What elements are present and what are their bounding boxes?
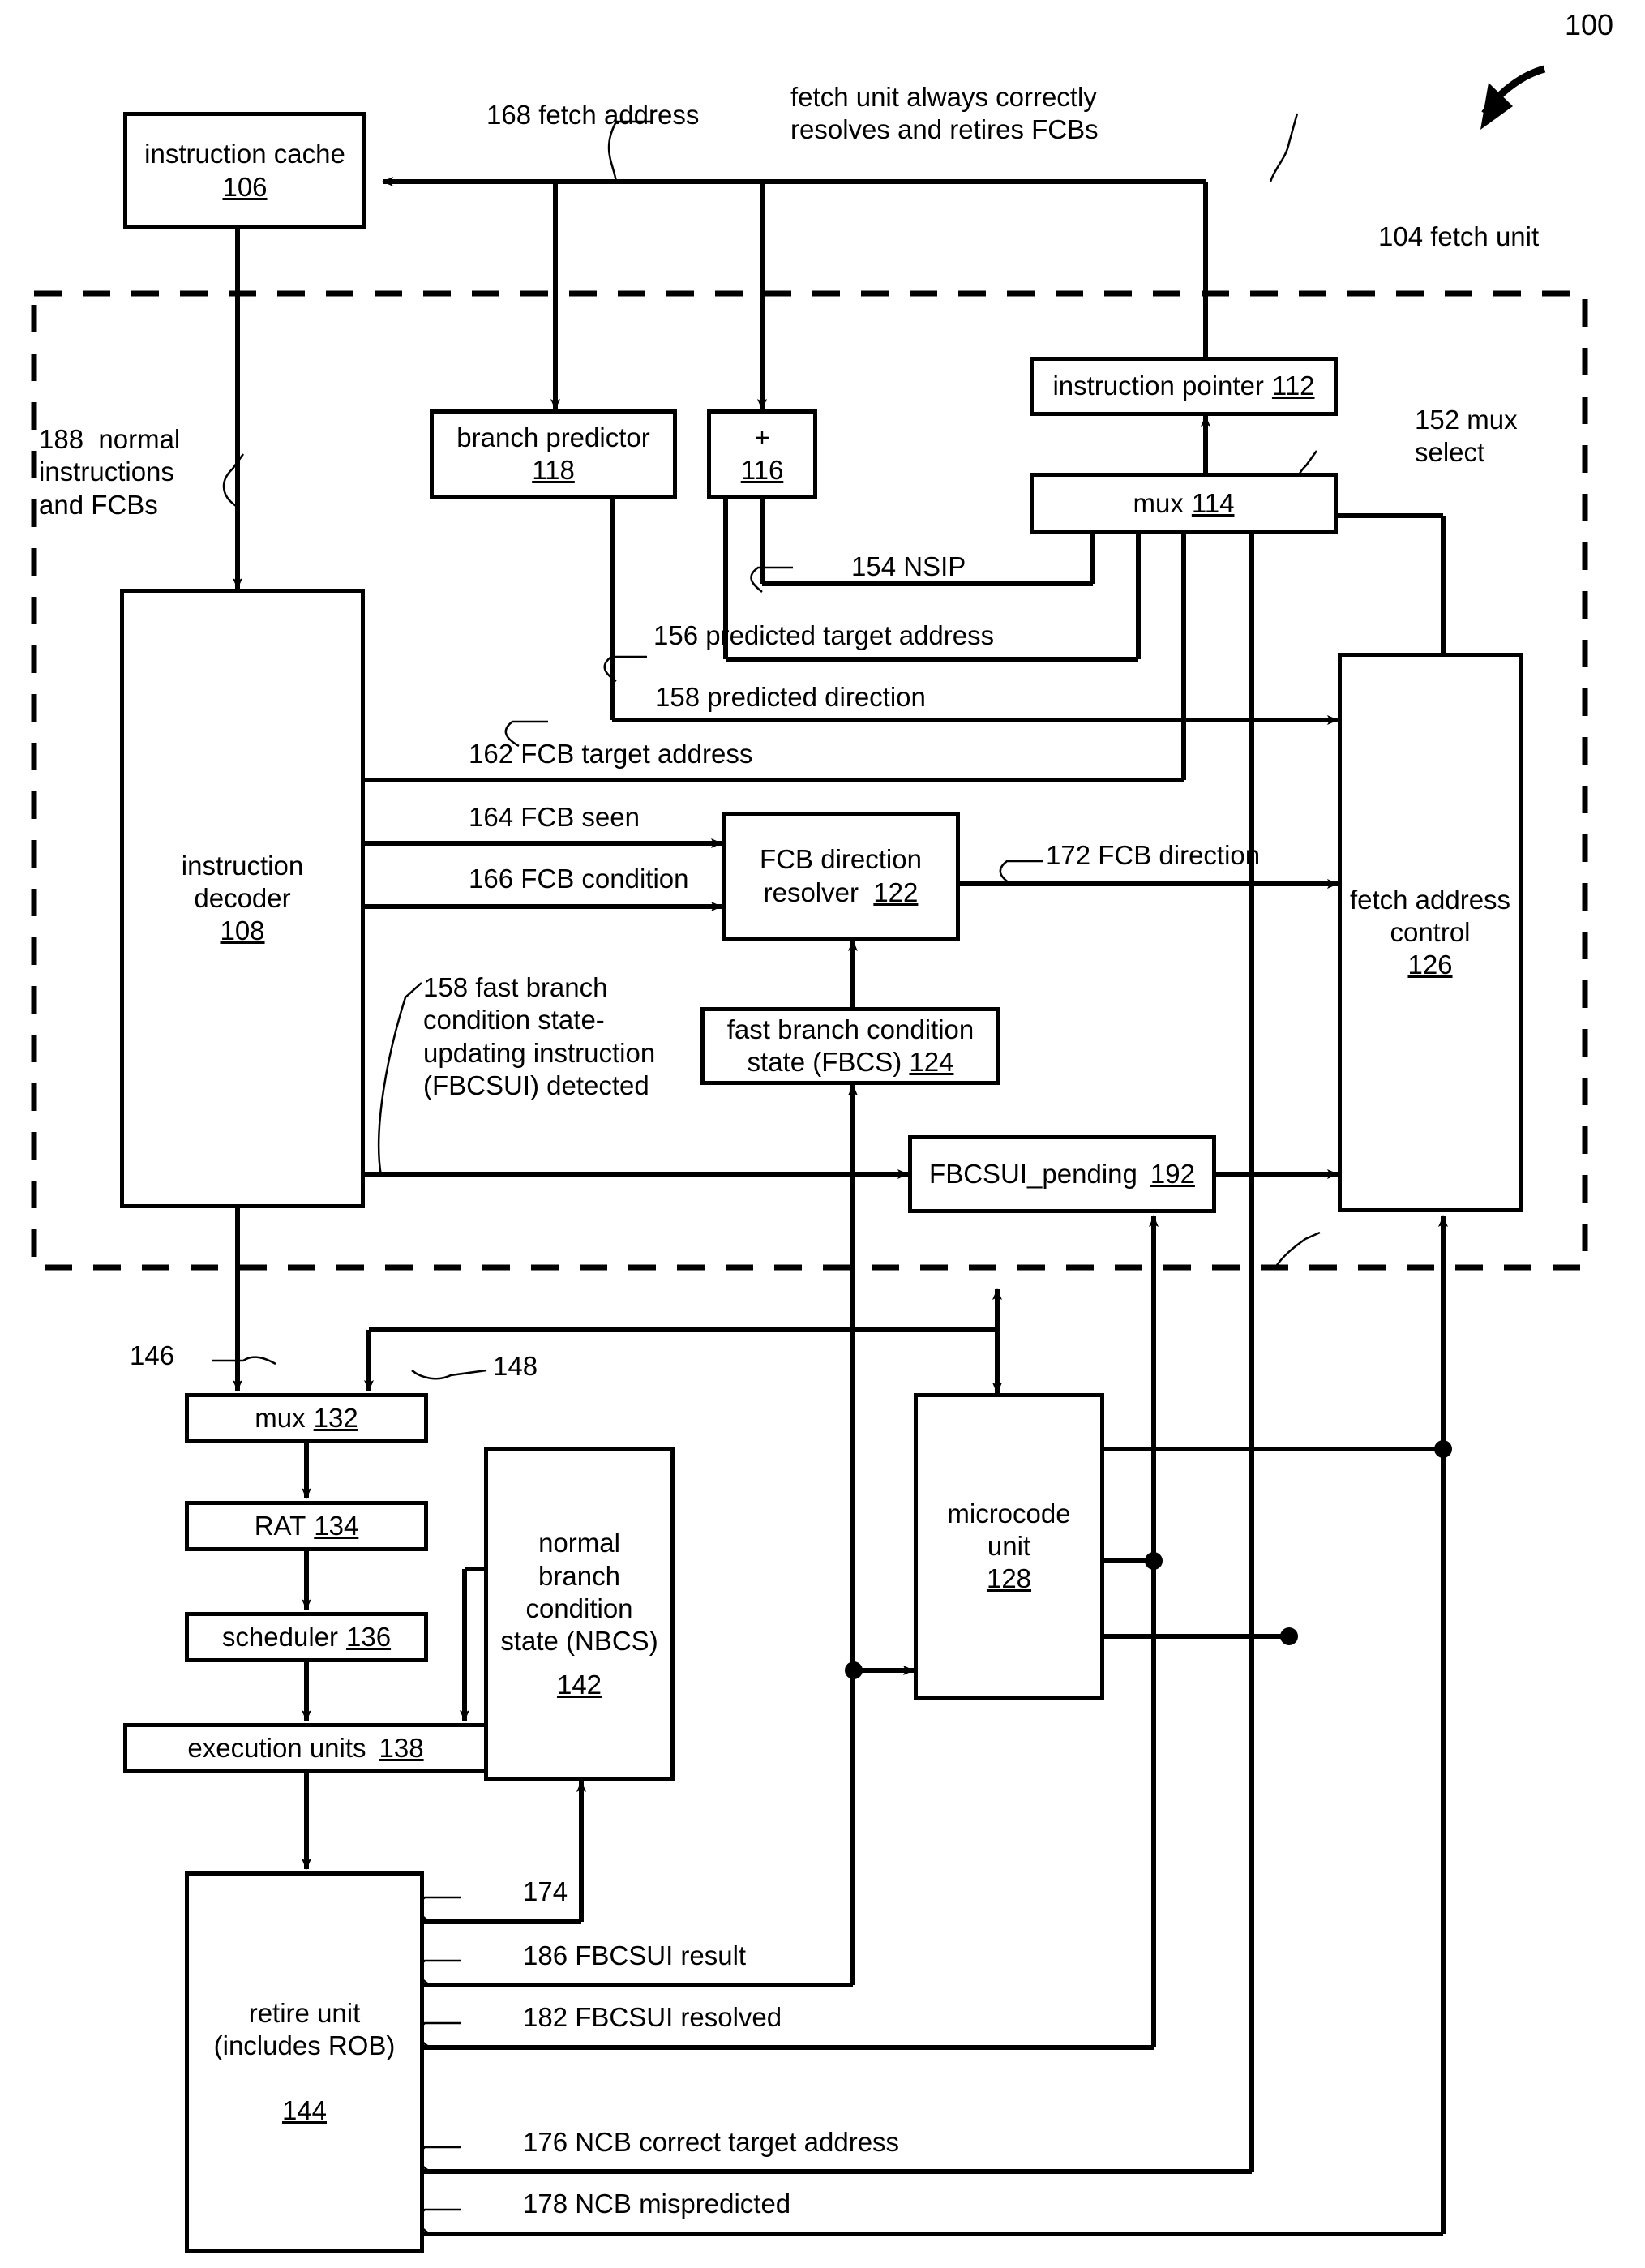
label-148: 148 [493, 1351, 538, 1381]
block-title: RAT [254, 1510, 306, 1541]
label-156-predicted-target-address: 156 predicted target address [653, 620, 995, 650]
block-number: 114 [1191, 487, 1235, 518]
block-title: instruction pointer [1052, 371, 1264, 401]
block-fetch-address-control[interactable]: fetch address control 126 [1338, 653, 1523, 1212]
block-number: 106 [222, 171, 268, 202]
block-title-line2: unit [987, 1530, 1031, 1561]
block-title-line1: fetch address [1349, 884, 1511, 915]
block-instruction-cache[interactable]: instruction cache 106 [123, 112, 366, 229]
label-182-fbcsui-resolved: 182 FBCSUI resolved [523, 2002, 782, 2032]
block-fbcs[interactable]: fast branch condition state (FBCS) 124 [700, 1007, 1000, 1085]
block-rat[interactable]: RAT 134 [185, 1501, 428, 1551]
block-title-line2: control [1390, 916, 1471, 947]
block-number: 142 [556, 1670, 602, 1700]
label-152-mux-select: 152 mux select [1415, 405, 1518, 468]
block-instruction-pointer[interactable]: instruction pointer 112 [1030, 357, 1338, 416]
block-number: 132 [313, 1402, 358, 1433]
block-title-line1: fast branch condition [726, 1014, 975, 1044]
block-instruction-decoder[interactable]: instruction decoder 108 [120, 589, 365, 1208]
block-title: instruction cache [144, 139, 345, 169]
note-fetch-unit: fetch unit always correctly resolves and… [790, 82, 1099, 145]
block-title-line3: condition [525, 1593, 633, 1623]
block-title: branch predictor [456, 422, 650, 452]
block-title: execution units [187, 1732, 366, 1763]
block-mux-132[interactable]: mux 132 [185, 1393, 428, 1443]
label-172-fcb-direction: 172 FCB direction [1046, 840, 1261, 870]
label-104-fetch-unit: 104 fetch unit [1378, 221, 1540, 251]
block-number: 128 [986, 1563, 1032, 1594]
block-title: scheduler [221, 1621, 339, 1652]
block-microcode-unit[interactable]: microcode unit 128 [914, 1393, 1104, 1700]
block-number: 118 [532, 455, 575, 485]
label-158-predicted-direction: 158 predicted direction [655, 682, 926, 712]
label-178-ncb-mispredicted: 178 NCB mispredicted [523, 2189, 791, 2219]
block-title-line1: normal [538, 1528, 620, 1558]
block-number: 192 [1150, 1158, 1195, 1189]
block-number: 124 [909, 1047, 954, 1077]
block-title-line1: retire unit [248, 1997, 361, 2028]
label-164-fcb-seen: 164 FCB seen [469, 802, 640, 832]
block-number: 136 [346, 1621, 392, 1652]
figure-callout-arrow [1480, 65, 1546, 130]
figure-number: 100 [1565, 8, 1614, 41]
label-154-nsip: 154 NSIP [851, 551, 966, 581]
block-title-line2: resolver 122 [763, 877, 919, 907]
block-number: 138 [379, 1732, 424, 1763]
block-title-line2: (includes ROB) [213, 2030, 396, 2060]
block-number: 126 [1407, 950, 1453, 980]
block-title-line1: FCB direction [760, 844, 922, 875]
block-branch-predictor[interactable]: branch predictor 118 [430, 409, 677, 499]
label-168-fetch-address: 168 fetch address [486, 100, 700, 130]
block-number: 112 [1271, 371, 1315, 401]
block-number: 116 [740, 455, 784, 485]
block-title-line4: state (NBCS) [500, 1626, 658, 1657]
block-title-line1: instruction [181, 850, 304, 881]
label-188-normal-instructions: 188 normal instructions and FCBs [39, 424, 181, 520]
block-execution-units[interactable]: execution units 138 [123, 1723, 488, 1773]
block-fcb-direction-resolver[interactable]: FCB direction resolver 122 [722, 812, 960, 941]
label-158-fbcsui-detected: 158 fast branch condition state- updatin… [423, 972, 656, 1100]
label-174: 174 [523, 1876, 568, 1906]
label-186-fbcsui-result: 186 FBCSUI result [523, 1940, 747, 1970]
block-title: mux [255, 1402, 306, 1433]
block-title: + [754, 422, 770, 452]
block-title: mux [1133, 487, 1184, 518]
block-scheduler[interactable]: scheduler 136 [185, 1612, 428, 1662]
block-title-line2: branch [538, 1560, 620, 1591]
block-title-line2: state (FBCS) 124 [747, 1047, 954, 1077]
block-number: 122 [873, 877, 919, 907]
block-adder[interactable]: + 116 [707, 409, 817, 499]
block-mux-114[interactable]: mux 114 [1030, 473, 1338, 534]
patent-figure-100: instruction cache 106 branch predictor 1… [0, 0, 1645, 2268]
block-title: FBCSUI_pending [929, 1158, 1137, 1189]
block-title-line1: microcode [947, 1498, 1071, 1528]
label-166-fcb-condition: 166 FCB condition [469, 864, 689, 894]
block-number: 108 [220, 915, 265, 946]
label-146: 146 [130, 1340, 175, 1370]
block-nbcs[interactable]: normal branch condition state (NBCS) 142 [484, 1447, 675, 1781]
block-fbcsui-pending[interactable]: FBCSUI_pending 192 [908, 1135, 1216, 1213]
block-number: 134 [314, 1510, 359, 1541]
block-number: 144 [281, 2095, 328, 2126]
block-title-line2: decoder [194, 882, 291, 913]
block-retire-unit[interactable]: retire unit (includes ROB) 144 [185, 1871, 424, 2253]
label-162-fcb-target-address: 162 FCB target address [469, 739, 753, 769]
label-176-ncb-correct-target-address: 176 NCB correct target address [523, 2127, 900, 2157]
